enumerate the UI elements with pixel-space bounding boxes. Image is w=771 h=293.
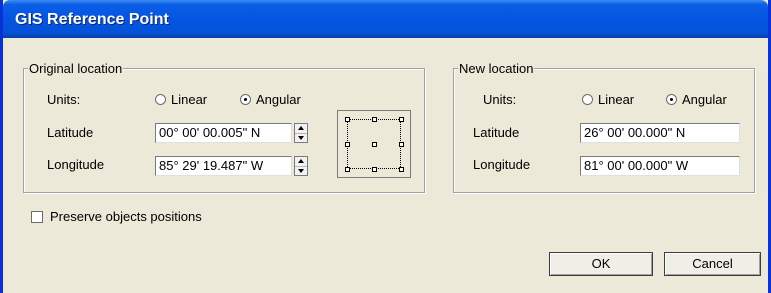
ok-button[interactable]: OK [549,252,653,276]
original-units-linear-radio[interactable]: Linear [155,92,207,107]
new-longitude-input[interactable]: 81° 00' 00.000" W [580,156,740,176]
anchor-bottom-right-handle[interactable] [399,167,404,172]
original-units-label: Units: [47,92,81,107]
anchor-center-handle[interactable] [372,142,377,147]
new-units-linear-radio[interactable]: Linear [582,92,634,107]
new-units-linear-label: Linear [598,92,635,107]
cancel-button[interactable]: Cancel [664,252,761,276]
anchor-middle-left-handle[interactable] [345,142,350,147]
original-units-angular-label: Angular [256,92,301,107]
new-units-label: Units: [483,92,517,107]
spin-down-button[interactable] [295,166,307,175]
original-latitude-spinner[interactable] [294,123,308,143]
original-units-linear-label: Linear [171,92,208,107]
spin-down-button[interactable] [295,133,307,142]
anchor-top-left-handle[interactable] [345,117,350,122]
original-latitude-label: Latitude [47,125,94,140]
original-longitude-spinner[interactable] [294,156,308,176]
original-longitude-input[interactable]: 85° 29' 19.487" W [155,156,292,176]
preserve-positions-checkbox[interactable]: Preserve objects positions [31,209,202,224]
radio-circle-icon [155,94,166,105]
dialog-title: GIS Reference Point [15,11,169,28]
original-location-legend: Original location [28,61,124,77]
original-longitude-label: Longitude [47,157,105,172]
arrow-up-icon [298,159,304,163]
new-units-angular-label: Angular [682,92,727,107]
radio-selected-icon [240,94,251,105]
new-longitude-label: Longitude [473,157,531,172]
radio-circle-icon [582,94,593,105]
original-latitude-input[interactable]: 00° 00' 00.005" N [155,123,292,143]
anchor-point-selector[interactable] [337,110,411,178]
arrow-down-icon [298,136,304,140]
title-bar[interactable]: GIS Reference Point [3,0,768,38]
anchor-bottom-left-handle[interactable] [345,167,350,172]
checkbox-icon [31,210,43,223]
anchor-top-right-handle[interactable] [399,117,404,122]
anchor-middle-right-handle[interactable] [399,142,404,147]
original-units-angular-radio[interactable]: Angular [240,92,301,107]
new-units-angular-radio[interactable]: Angular [666,92,727,107]
arrow-up-icon [298,126,304,130]
anchor-bottom-center-handle[interactable] [372,167,377,172]
new-latitude-label: Latitude [473,125,520,140]
arrow-down-icon [298,169,304,173]
new-location-legend: New location [458,61,535,77]
new-latitude-input[interactable]: 26° 00' 00.000" N [580,123,740,143]
anchor-top-center-handle[interactable] [372,117,377,122]
gis-reference-point-dialog: GIS Reference Point Original location Un… [0,0,771,293]
radio-selected-icon [666,94,677,105]
preserve-positions-label: Preserve objects positions [50,209,202,224]
